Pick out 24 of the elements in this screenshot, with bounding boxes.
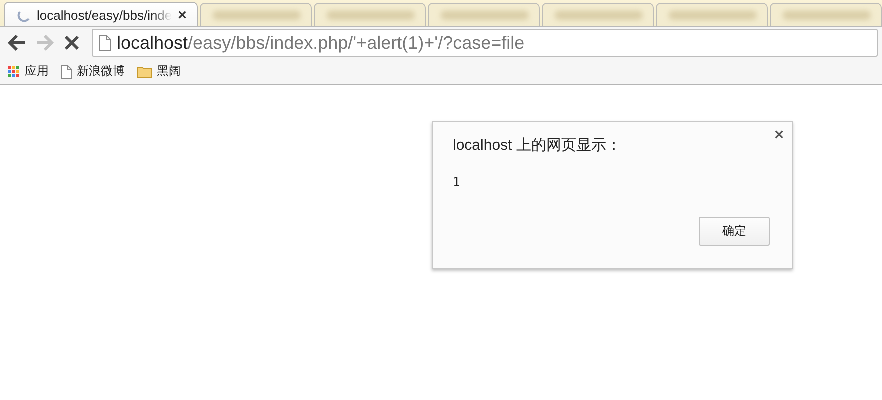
bookmark-item[interactable]: 新浪微博	[61, 63, 125, 80]
page-icon	[61, 64, 72, 78]
bookmark-item[interactable]: 应用	[8, 63, 49, 80]
url-text: localhost/easy/bbs/index.php/'+alert(1)+'/?case=file	[117, 32, 525, 54]
bookmark-item[interactable]: 黑阔	[137, 63, 181, 80]
ok-button[interactable]: 确定	[699, 217, 770, 246]
folder-icon	[137, 66, 152, 78]
address-bar[interactable]: localhost/easy/bbs/index.php/'+alert(1)+'/?case=file	[92, 29, 878, 57]
page-icon	[99, 35, 111, 51]
browser-tab[interactable]	[542, 3, 654, 26]
browser-tab[interactable]	[770, 3, 882, 26]
browser-tab[interactable]	[200, 3, 312, 26]
dialog-message: 1	[453, 175, 462, 189]
left-arrow-icon	[7, 34, 27, 52]
close-button[interactable]: ×	[774, 128, 784, 144]
tab-close-button[interactable]: ×	[178, 8, 187, 22]
dialog-title: localhost 上的网页显示：	[453, 136, 622, 155]
browser-tab[interactable]: localhost/easy/bbs/inde ×	[4, 2, 198, 26]
cross-icon	[63, 34, 81, 52]
browser-tab[interactable]	[428, 3, 540, 26]
right-arrow-icon	[35, 34, 55, 52]
apps-grid-icon	[8, 66, 20, 78]
browser-tab[interactable]	[656, 3, 768, 26]
browser-tab[interactable]	[314, 3, 426, 26]
